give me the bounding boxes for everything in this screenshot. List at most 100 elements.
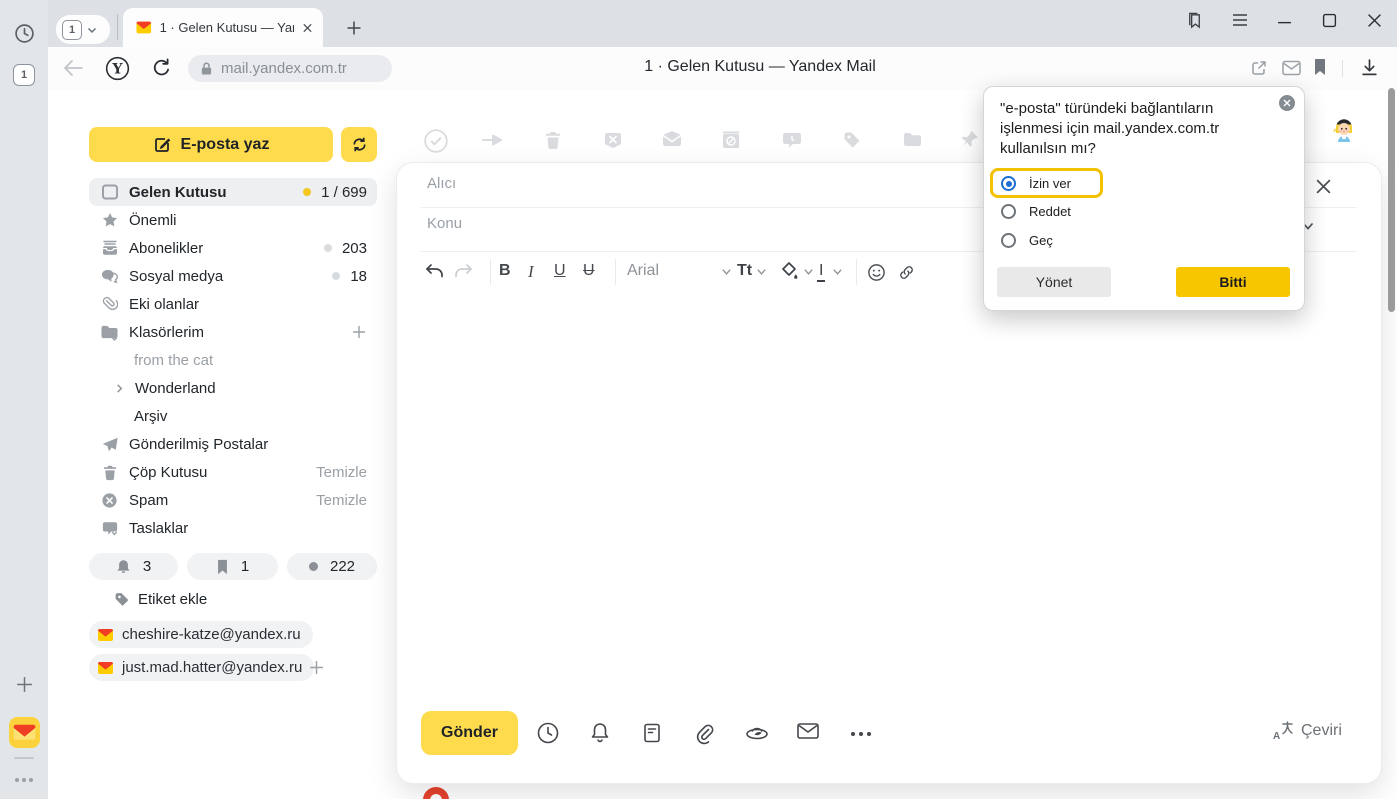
protocol-permission-popup: "e-posta" türündeki bağlantıların işlenm… <box>983 86 1305 311</box>
sidebar-item-drafts[interactable]: Taslaklar <box>89 514 377 542</box>
sidebar-item-inbox[interactable]: Gelen Kutusu 1 / 699 <box>89 178 377 206</box>
mail-refresh-button[interactable] <box>341 127 377 162</box>
tab-group-button[interactable]: 1 <box>56 15 110 44</box>
manage-button[interactable]: Yönet <box>997 267 1111 297</box>
sidebar-item-trash[interactable]: Çöp Kutusu Temizle <box>89 458 377 486</box>
font-family-select[interactable]: Arial <box>627 262 732 280</box>
browser-menu-icon[interactable] <box>1217 0 1262 40</box>
active-tab[interactable]: 1 · Gelen Kutusu — Yand <box>123 8 323 47</box>
done-button[interactable]: Bitti <box>1176 267 1290 297</box>
reminders-chip[interactable]: 3 <box>89 553 178 580</box>
toolbar-separator <box>1342 60 1343 77</box>
bold-button[interactable]: B <box>499 262 511 280</box>
message-body[interactable] <box>421 298 1357 693</box>
bookmarked-chip[interactable]: 1 <box>187 553 278 580</box>
sidebar-item-wonderland[interactable]: Wonderland <box>89 374 377 402</box>
chevron-right-icon[interactable] <box>114 383 125 394</box>
yandex-mail-app-icon[interactable] <box>0 716 48 749</box>
notify-icon[interactable] <box>588 721 612 745</box>
sidebar-item-social[interactable]: Sosyal medya 18 <box>89 262 377 290</box>
option-label: İzin ver <box>1029 176 1071 191</box>
window-close-button[interactable] <box>1352 0 1397 40</box>
share-icon[interactable] <box>1250 59 1268 77</box>
floating-red-button[interactable] <box>423 787 449 799</box>
postcard-icon[interactable] <box>796 721 820 741</box>
move-folder-icon <box>902 131 923 149</box>
reload-icon[interactable] <box>151 57 172 79</box>
add-label-button[interactable]: Etiket ekle <box>113 591 207 608</box>
sidebar-item-my-folders[interactable]: Klasörlerim <box>89 318 377 346</box>
option-allow[interactable]: İzin ver <box>1001 176 1071 191</box>
account-item[interactable]: cheshire-katze@yandex.ru <box>89 621 313 648</box>
radio-icon[interactable] <box>1001 233 1016 248</box>
unread-chip[interactable]: 222 <box>287 553 377 580</box>
compose-close-icon[interactable] <box>1315 178 1332 195</box>
new-tab-button[interactable] <box>341 15 367 41</box>
mark-read-icon <box>661 130 683 148</box>
attach-file-icon[interactable] <box>692 721 716 745</box>
folder-label: Abonelikler <box>129 240 203 257</box>
filter-chips: 3 1 222 <box>89 553 377 580</box>
translate-icon: A <box>1272 721 1294 741</box>
user-avatar[interactable] <box>1327 114 1361 148</box>
rail-add-icon[interactable] <box>0 675 48 694</box>
spam-icon <box>100 492 119 509</box>
history-icon[interactable] <box>0 23 48 44</box>
bookmark-icon <box>216 559 229 575</box>
radio-icon[interactable] <box>1001 204 1016 219</box>
undo-icon[interactable] <box>424 263 445 281</box>
address-bar[interactable]: mail.yandex.com.tr <box>188 55 392 82</box>
sidebar-item-sent[interactable]: Gönderilmiş Postalar <box>89 430 377 458</box>
option-skip[interactable]: Geç <box>1001 233 1053 248</box>
window-maximize-button[interactable] <box>1307 0 1352 40</box>
italic-button[interactable]: I <box>528 262 534 282</box>
sidebar-item-archive[interactable]: Arşiv <box>89 402 377 430</box>
sidebar-item-important[interactable]: Önemli <box>89 206 377 234</box>
svg-text:Y: Y <box>111 62 123 78</box>
sidebar-item-from-the-cat[interactable]: from the cat <box>89 346 377 374</box>
bookmark-icon[interactable] <box>1313 58 1327 76</box>
folder-label: Spam <box>129 492 168 509</box>
strikethrough-button[interactable]: U <box>583 262 595 280</box>
font-size-select[interactable]: Tt <box>737 262 767 280</box>
download-icon[interactable] <box>1360 58 1379 77</box>
tab-close-icon[interactable] <box>302 22 313 34</box>
back-icon[interactable] <box>62 58 84 78</box>
redo-icon[interactable] <box>453 263 474 281</box>
more-options-icon[interactable] <box>850 731 872 737</box>
chat-bubbles-icon <box>100 268 119 285</box>
add-account-button[interactable] <box>308 659 325 676</box>
radio-selected-icon[interactable] <box>1001 176 1016 191</box>
browser-bookmarks-icon[interactable] <box>1172 0 1217 40</box>
translate-button[interactable]: A Çeviri <box>1272 721 1342 741</box>
to-field[interactable] <box>425 174 1029 193</box>
tab-counter-icon[interactable]: 1 <box>0 64 48 86</box>
page-mail-icon[interactable] <box>1282 60 1301 76</box>
popup-close-icon[interactable] <box>1279 95 1295 111</box>
subject-field[interactable] <box>425 214 1029 233</box>
add-folder-button[interactable] <box>351 324 367 340</box>
compose-button[interactable]: E-posta yaz <box>89 127 333 162</box>
chevron-down-icon <box>756 266 767 277</box>
underline-button[interactable]: U <box>554 262 566 280</box>
emoji-icon[interactable] <box>867 263 886 282</box>
sidebar-item-attachments[interactable]: Eki olanlar <box>89 290 377 318</box>
window-minimize-button[interactable] <box>1262 0 1307 40</box>
yandex-disk-icon[interactable] <box>744 721 770 745</box>
yandex-logo-icon[interactable]: Y <box>105 56 130 81</box>
option-deny[interactable]: Reddet <box>1001 204 1071 219</box>
rail-overflow-icon[interactable] <box>0 776 48 784</box>
clear-folder-link[interactable]: Temizle <box>316 492 367 509</box>
link-icon[interactable] <box>897 263 916 282</box>
schedule-send-icon[interactable] <box>536 721 560 745</box>
account-item[interactable]: just.mad.hatter@yandex.ru <box>89 654 314 681</box>
highlight-color-button[interactable] <box>779 261 814 281</box>
text-color-button[interactable]: I <box>817 262 843 282</box>
clear-folder-link[interactable]: Temizle <box>316 464 367 481</box>
send-button[interactable]: Gönder <box>421 711 518 755</box>
scrollbar-thumb[interactable] <box>1388 88 1395 312</box>
template-icon[interactable] <box>640 721 664 745</box>
star-icon <box>100 211 119 229</box>
sidebar-item-subscriptions[interactable]: Abonelikler 203 <box>89 234 377 262</box>
sidebar-item-spam[interactable]: Spam Temizle <box>89 486 377 514</box>
